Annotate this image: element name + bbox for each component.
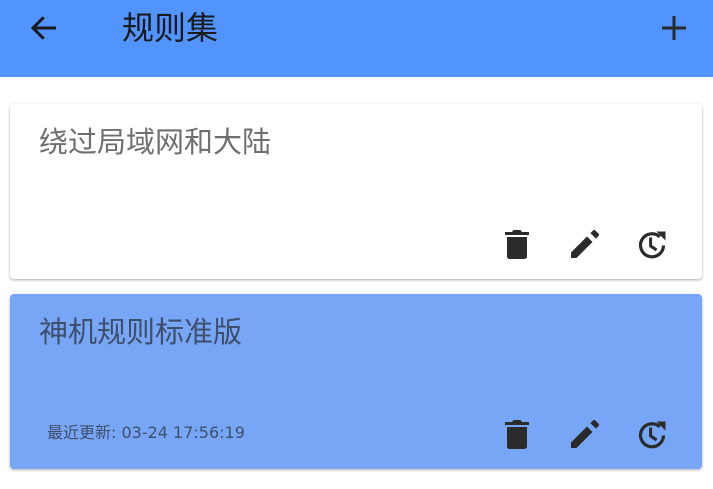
rule-set-list: 绕过局域网和大陆 神机规则标准版 最近更新: 03-24 17:56:19 xyxy=(10,104,702,469)
add-rule-set-button[interactable] xyxy=(656,10,692,46)
edit-button[interactable] xyxy=(565,414,605,454)
edit-button[interactable] xyxy=(565,224,605,264)
trash-icon xyxy=(497,414,537,454)
app-bar: 规则集 xyxy=(0,0,713,77)
delete-button[interactable] xyxy=(497,224,537,264)
update-button[interactable] xyxy=(632,224,672,264)
history-update-icon xyxy=(632,224,672,264)
trash-icon xyxy=(497,224,537,264)
rule-set-name: 绕过局域网和大陆 xyxy=(39,125,272,159)
rule-set-card[interactable]: 绕过局域网和大陆 xyxy=(10,104,702,279)
arrow-left-icon xyxy=(26,16,62,50)
page-title: 规则集 xyxy=(122,9,219,47)
back-button[interactable] xyxy=(26,10,62,46)
pencil-icon xyxy=(565,414,605,454)
pencil-icon xyxy=(565,224,605,264)
plus-icon xyxy=(656,16,692,50)
delete-button[interactable] xyxy=(497,414,537,454)
history-update-icon xyxy=(632,414,672,454)
rule-set-card-selected[interactable]: 神机规则标准版 最近更新: 03-24 17:56:19 xyxy=(10,294,702,469)
rule-set-name: 神机规则标准版 xyxy=(39,315,243,349)
update-button[interactable] xyxy=(632,414,672,454)
last-updated-text: 最近更新: 03-24 17:56:19 xyxy=(47,423,245,442)
